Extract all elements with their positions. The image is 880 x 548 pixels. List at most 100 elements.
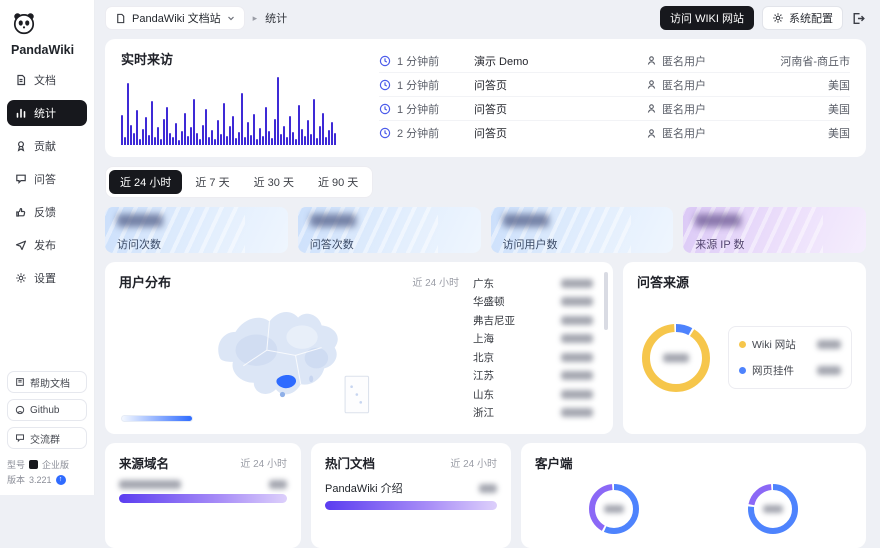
sidebar-item-settings[interactable]: 设置 <box>7 265 87 291</box>
edition-icon <box>29 460 38 469</box>
chart-bar <box>205 109 207 145</box>
chart-bar <box>328 130 330 145</box>
time-range-tab[interactable]: 近 7 天 <box>184 170 240 194</box>
person-icon <box>646 55 657 66</box>
stat-card-visits: 访问次数 <box>105 207 288 253</box>
sidebar-item-label: 问答 <box>34 171 56 187</box>
distribution-period: 近 24 小时 <box>412 274 459 289</box>
person-icon <box>646 103 657 114</box>
redacted-value <box>269 480 287 489</box>
redacted-value <box>561 316 593 325</box>
chat-group-link[interactable]: 交流群 <box>7 427 87 449</box>
region-name: 弗吉尼亚 <box>473 313 515 328</box>
person-icon <box>646 79 657 90</box>
chart-bar <box>175 123 177 145</box>
chat-group-label: 交流群 <box>30 431 60 446</box>
middle-row: 用户分布 近 24 小时 <box>105 262 866 434</box>
qa-sources-body: Wiki 网站 网页挂件 <box>637 291 852 424</box>
gear-icon <box>772 12 784 24</box>
chart-bar <box>316 138 318 145</box>
visit-wiki-button[interactable]: 访问 WIKI 网站 <box>660 6 754 30</box>
chart-bar <box>295 139 297 145</box>
redacted-value <box>695 214 741 227</box>
time-range-tab[interactable]: 近 24 小时 <box>109 170 182 194</box>
chart-bar <box>232 116 234 145</box>
clock-icon <box>379 127 391 139</box>
stat-label: 来源 IP 数 <box>695 236 854 252</box>
chart-bar <box>163 119 165 145</box>
sidebar-item-feedback[interactable]: 反馈 <box>7 199 87 225</box>
feedback-icon <box>15 206 27 218</box>
chart-bar <box>145 117 147 145</box>
chart-bar <box>193 99 195 145</box>
region-name: 北京 <box>473 350 494 365</box>
chart-bar <box>151 101 153 145</box>
chart-bar <box>178 140 180 145</box>
region-list-scrollbar[interactable] <box>604 272 608 330</box>
sidebar-item-label: 统计 <box>34 105 56 121</box>
chart-bar <box>202 125 204 145</box>
person-icon <box>646 128 657 139</box>
chart-bar <box>238 132 240 145</box>
redacted-value <box>561 297 593 306</box>
redacted-value <box>663 353 689 362</box>
chart-bar <box>286 137 288 145</box>
redacted-value <box>817 366 841 375</box>
chart-bar <box>154 137 156 145</box>
region-row: 上海 <box>473 330 593 349</box>
realtime-entry-row: 1 分钟前 演示 Demo 匿名用户 河南省-商丘市 <box>379 49 850 73</box>
chart-bar <box>292 132 294 145</box>
entry-user: 匿名用户 <box>646 101 738 117</box>
region-name: 华盛顿 <box>473 294 505 309</box>
chevron-down-icon <box>227 14 235 22</box>
realtime-entry-row: 2 分钟前 问答页 匿名用户 美国 <box>379 121 850 145</box>
chart-bar <box>217 120 219 145</box>
china-map <box>139 298 439 418</box>
chart-bar <box>256 139 258 145</box>
chart-bar <box>148 135 150 145</box>
redacted-value <box>119 480 181 489</box>
site-selector-label: PandaWiki 文档站 <box>132 10 221 26</box>
time-range-tab[interactable]: 近 90 天 <box>307 170 369 194</box>
redacted-value <box>763 505 783 513</box>
github-icon <box>15 405 25 415</box>
sidebar-item-contrib[interactable]: 贡献 <box>7 133 87 159</box>
help-docs-link[interactable]: 帮助文档 <box>7 371 87 393</box>
model-value: 企业版 <box>42 458 69 471</box>
chart-bar <box>304 136 306 145</box>
logout-icon[interactable] <box>851 11 866 26</box>
entry-page: 问答页 <box>474 125 646 141</box>
version-label: 版本 <box>7 473 25 486</box>
entry-location: 河南省-商丘市 <box>738 53 850 69</box>
redacted-value <box>117 214 163 227</box>
upgrade-icon[interactable]: ↑ <box>56 475 66 485</box>
entry-location: 美国 <box>738 77 850 93</box>
chart-bar <box>241 93 243 145</box>
region-row: 华盛顿 <box>473 293 593 312</box>
github-link[interactable]: Github <box>7 399 87 421</box>
stat-label: 问答次数 <box>310 236 469 252</box>
chart-bar <box>160 139 162 145</box>
entry-page: 演示 Demo <box>474 53 646 69</box>
entry-time: 2 分钟前 <box>379 125 474 141</box>
hot-doc-row: PandaWiki 介绍 <box>325 480 497 496</box>
hot-docs-period: 近 24 小时 <box>450 455 497 470</box>
sidebar-item-publish[interactable]: 发布 <box>7 232 87 258</box>
chart-bar <box>331 122 333 145</box>
system-config-button[interactable]: 系统配置 <box>762 6 843 30</box>
entry-page: 问答页 <box>474 101 646 117</box>
chart-bar <box>199 139 201 145</box>
map-column: 用户分布 近 24 小时 <box>119 272 459 424</box>
chart-bar <box>322 113 324 145</box>
sidebar-item-docs[interactable]: 文档 <box>7 67 87 93</box>
time-range-tab[interactable]: 近 30 天 <box>243 170 305 194</box>
sidebar-item-qa[interactable]: 问答 <box>7 166 87 192</box>
stats-icon <box>15 107 27 119</box>
sidebar-item-stats[interactable]: 统计 <box>7 100 87 126</box>
source-domains-period: 近 24 小时 <box>240 455 287 470</box>
entry-location: 美国 <box>738 125 850 141</box>
sidebar: PandaWiki 文档 统计 贡献 问答 反馈 发布 设置 <box>0 0 95 495</box>
topbar-right: 访问 WIKI 网站 系统配置 <box>660 6 866 30</box>
chart-bar <box>259 128 261 145</box>
site-selector[interactable]: PandaWiki 文档站 <box>105 6 245 30</box>
